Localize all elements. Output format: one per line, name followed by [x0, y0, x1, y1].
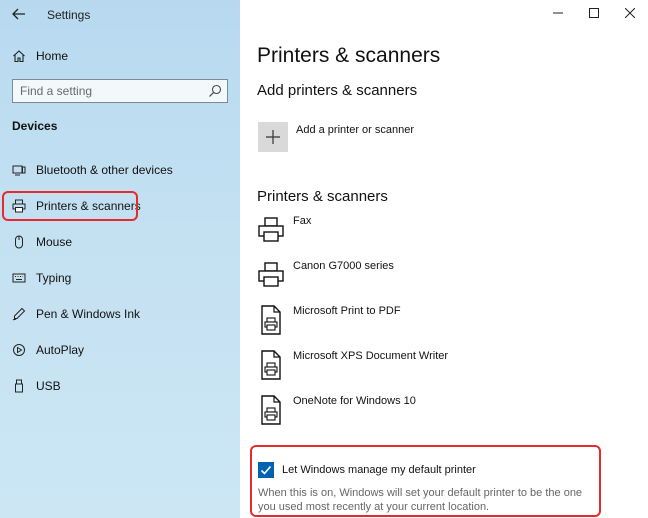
page-title: Printers & scanners	[257, 44, 441, 67]
sidebar-item-bluetooth[interactable]: Bluetooth & other devices	[0, 156, 240, 184]
printer-item-onenote[interactable]: OneNote for Windows 10	[257, 395, 637, 429]
sidebar-item-pen[interactable]: Pen & Windows Ink	[0, 300, 240, 328]
sidebar-item-home[interactable]: Home	[0, 44, 240, 68]
maximize-button[interactable]	[576, 0, 612, 26]
printer-name: Fax	[293, 215, 312, 227]
manage-default-printer-checkbox[interactable]	[258, 462, 274, 478]
sidebar-item-label: Pen & Windows Ink	[36, 307, 141, 321]
search-icon[interactable]	[208, 84, 222, 98]
search-box[interactable]	[12, 79, 228, 103]
add-printers-heading: Add printers & scanners	[257, 82, 418, 99]
printer-name: OneNote for Windows 10	[293, 395, 416, 407]
search-input[interactable]	[13, 80, 199, 102]
printer-item-xps-writer[interactable]: Microsoft XPS Document Writer	[257, 350, 637, 384]
autoplay-icon	[12, 343, 26, 357]
printer-name: Canon G7000 series	[293, 260, 394, 272]
printers-list-heading: Printers & scanners	[257, 188, 388, 205]
printer-icon	[258, 217, 284, 242]
pen-icon	[12, 307, 26, 321]
sidebar-item-label: USB	[36, 379, 61, 393]
printer-name: Microsoft Print to PDF	[293, 305, 401, 317]
sidebar-item-label: AutoPlay	[36, 343, 85, 357]
printer-name: Microsoft XPS Document Writer	[293, 350, 449, 362]
minimize-icon	[553, 12, 563, 14]
sidebar-item-label: Bluetooth & other devices	[36, 163, 173, 177]
printer-icon	[12, 199, 26, 213]
sidebar: Settings Home Devices Bluetooth & other …	[0, 0, 240, 518]
main-content: Printers & scanners Add printers & scann…	[240, 0, 648, 518]
sidebar-item-label: Typing	[36, 271, 72, 285]
bluetooth-devices-icon	[12, 163, 26, 177]
document-printer-icon	[261, 350, 281, 380]
mouse-icon	[12, 235, 26, 249]
back-arrow-icon	[12, 8, 25, 20]
title-bar: Settings	[0, 0, 240, 28]
printer-item-canon[interactable]: Canon G7000 series	[257, 260, 637, 294]
sidebar-item-printers[interactable]: Printers & scanners	[0, 192, 240, 220]
keyboard-icon	[12, 271, 26, 285]
home-icon	[12, 49, 26, 63]
back-button[interactable]	[8, 4, 30, 24]
sidebar-item-mouse[interactable]: Mouse	[0, 228, 240, 256]
checkmark-icon	[260, 465, 272, 475]
manage-default-printer-label[interactable]: Let Windows manage my default printer	[282, 464, 476, 476]
sidebar-item-label: Home	[36, 49, 69, 63]
close-icon	[625, 8, 635, 18]
add-printer-button[interactable]	[258, 122, 288, 152]
usb-icon	[12, 379, 26, 393]
printer-item-fax[interactable]: Fax	[257, 215, 637, 249]
maximize-icon	[589, 8, 599, 18]
sidebar-item-typing[interactable]: Typing	[0, 264, 240, 292]
manage-default-printer-description: When this is on, Windows will set your d…	[258, 487, 583, 513]
plus-icon	[266, 130, 280, 144]
sidebar-item-label: Printers & scanners	[36, 199, 141, 213]
add-printer-label[interactable]: Add a printer or scanner	[296, 124, 414, 136]
close-button[interactable]	[612, 0, 648, 26]
window-controls	[540, 0, 648, 28]
document-printer-icon	[261, 395, 281, 425]
section-heading-devices: Devices	[12, 119, 58, 133]
sidebar-item-autoplay[interactable]: AutoPlay	[0, 336, 240, 364]
printer-item-print-to-pdf[interactable]: Microsoft Print to PDF	[257, 305, 637, 339]
document-printer-icon	[261, 305, 281, 335]
sidebar-item-label: Mouse	[36, 235, 73, 249]
sidebar-item-usb[interactable]: USB	[0, 372, 240, 400]
printer-icon	[258, 262, 284, 287]
app-title: Settings	[47, 8, 91, 22]
minimize-button[interactable]	[540, 0, 576, 26]
